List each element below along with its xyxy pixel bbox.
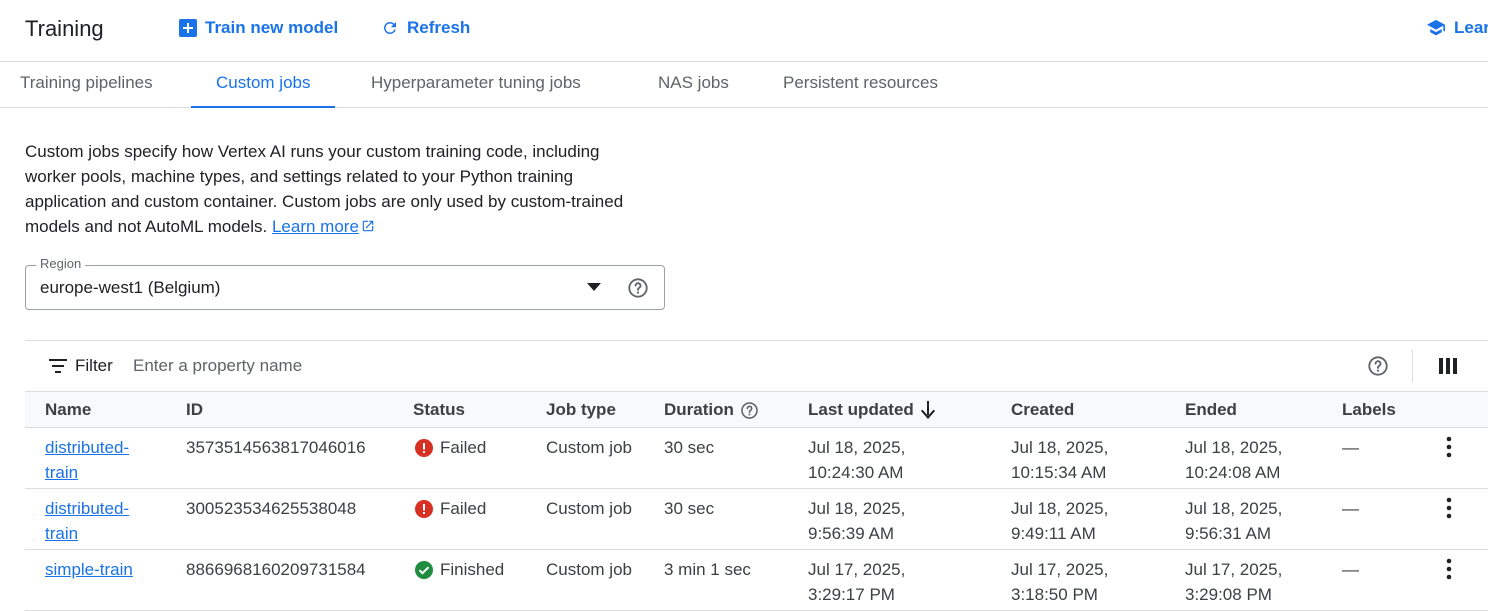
dropdown-arrow-icon[interactable] [587, 283, 601, 291]
page-header: Training Train new model Refresh Lear [0, 0, 1488, 62]
job-name-link[interactable]: distributed-train [45, 496, 155, 546]
column-header-id: ID [186, 400, 203, 419]
job-duration: 30 sec [664, 499, 715, 518]
error-icon [415, 438, 433, 457]
job-id: 3573514563817046016 [186, 438, 366, 457]
column-header-last-updated[interactable]: Last updated [808, 400, 936, 420]
job-ended: Jul 18, 2025, 9:56:31 AM [1185, 499, 1283, 543]
table-header: Name ID Status Job type Duration Last up… [25, 392, 1488, 428]
add-box-icon [179, 19, 197, 37]
train-new-model-label: Train new model [205, 18, 339, 37]
arrow-downward-icon [920, 401, 935, 419]
learn-more-link[interactable]: Learn more [272, 217, 375, 236]
job-type: Custom job [546, 499, 632, 518]
job-status: Failed [415, 435, 486, 460]
job-id: 8866968160209731584 [186, 560, 366, 579]
refresh-icon [383, 21, 396, 34]
column-header-labels: Labels [1342, 400, 1396, 419]
job-labels: — [1342, 560, 1359, 579]
refresh-label: Refresh [407, 18, 471, 37]
job-name-link[interactable]: simple-train [45, 557, 185, 582]
tab-bar: Training pipelines Custom jobs Hyperpara… [0, 62, 1488, 108]
filter-button[interactable]: Filter [49, 356, 113, 376]
learn-more-label: Learn more [271, 217, 359, 236]
more-vert-icon[interactable] [1439, 497, 1459, 519]
more-vert-icon[interactable] [1439, 436, 1459, 458]
column-header-duration: Duration [664, 400, 759, 420]
column-header-name: Name [45, 400, 92, 419]
filter-bar: Filter [25, 340, 1488, 392]
check-circle-icon [415, 560, 433, 579]
region-label: Region [36, 256, 86, 271]
column-header-job-type: Job type [546, 400, 616, 419]
job-ended: Jul 18, 2025, 10:24:08 AM [1185, 438, 1283, 482]
help-icon[interactable] [740, 401, 759, 420]
job-last-updated: Jul 18, 2025, 9:56:39 AM [808, 499, 906, 543]
tab-hyperparameter-tuning-jobs[interactable]: Hyperparameter tuning jobs [371, 62, 581, 108]
table-row: simple-train 8866968160209731584 Finishe… [25, 550, 1488, 611]
job-created: Jul 17, 2025, 3:18:50 PM [1011, 560, 1109, 604]
job-last-updated: Jul 18, 2025, 10:24:30 AM [808, 438, 906, 482]
filter-input[interactable] [133, 353, 733, 379]
job-type: Custom job [546, 560, 632, 579]
help-icon[interactable] [627, 277, 649, 299]
column-header-created: Created [1011, 400, 1075, 419]
job-duration: 30 sec [664, 438, 715, 457]
table-row: distributed-train 3573514563817046016 Fa… [25, 428, 1488, 489]
divider [1412, 350, 1413, 382]
tab-training-pipelines[interactable]: Training pipelines [20, 62, 153, 108]
school-icon [1427, 19, 1445, 36]
column-header-ended: Ended [1185, 400, 1237, 419]
job-status: Failed [415, 496, 486, 521]
job-status: Finished [415, 557, 504, 582]
job-labels: — [1342, 499, 1359, 518]
error-icon [415, 499, 433, 518]
region-select[interactable]: Region europe-west1 (Belgium) [25, 256, 665, 310]
status-text: Failed [440, 499, 487, 518]
learn-label: Lear [1454, 18, 1488, 37]
learn-button[interactable]: Lear [1426, 18, 1488, 38]
job-type: Custom job [546, 438, 632, 457]
column-display-icon[interactable] [1439, 358, 1457, 374]
open-in-new-icon [362, 220, 374, 232]
job-id: 300523534625538048 [186, 499, 357, 518]
job-created: Jul 18, 2025, 10:15:34 AM [1011, 438, 1109, 482]
description: Custom jobs specify how Vertex AI runs y… [25, 139, 655, 239]
job-ended: Jul 17, 2025, 3:29:08 PM [1185, 560, 1283, 604]
tab-custom-jobs[interactable]: Custom jobs [190, 62, 337, 108]
job-labels: — [1342, 438, 1359, 457]
job-name-link[interactable]: distributed-train [45, 435, 155, 485]
help-icon[interactable] [1367, 355, 1389, 377]
job-last-updated: Jul 17, 2025, 3:29:17 PM [808, 560, 906, 604]
more-vert-icon[interactable] [1439, 558, 1459, 580]
filter-label: Filter [75, 356, 113, 375]
tab-persistent-resources[interactable]: Persistent resources [783, 62, 938, 108]
job-duration: 3 min 1 sec [664, 560, 751, 579]
tab-nas-jobs[interactable]: NAS jobs [658, 62, 729, 108]
job-created: Jul 18, 2025, 9:49:11 AM [1011, 499, 1109, 543]
status-text: Finished [440, 560, 505, 579]
table-row: distributed-train 300523534625538048 Fai… [25, 489, 1488, 550]
region-value: europe-west1 (Belgium) [40, 278, 221, 297]
column-header-status: Status [413, 400, 465, 419]
filter-list-icon [49, 359, 67, 373]
train-new-model-button[interactable]: Train new model [179, 18, 338, 38]
refresh-button[interactable]: Refresh [381, 18, 470, 38]
status-text: Failed [440, 438, 487, 457]
page-title: Training [25, 16, 104, 41]
